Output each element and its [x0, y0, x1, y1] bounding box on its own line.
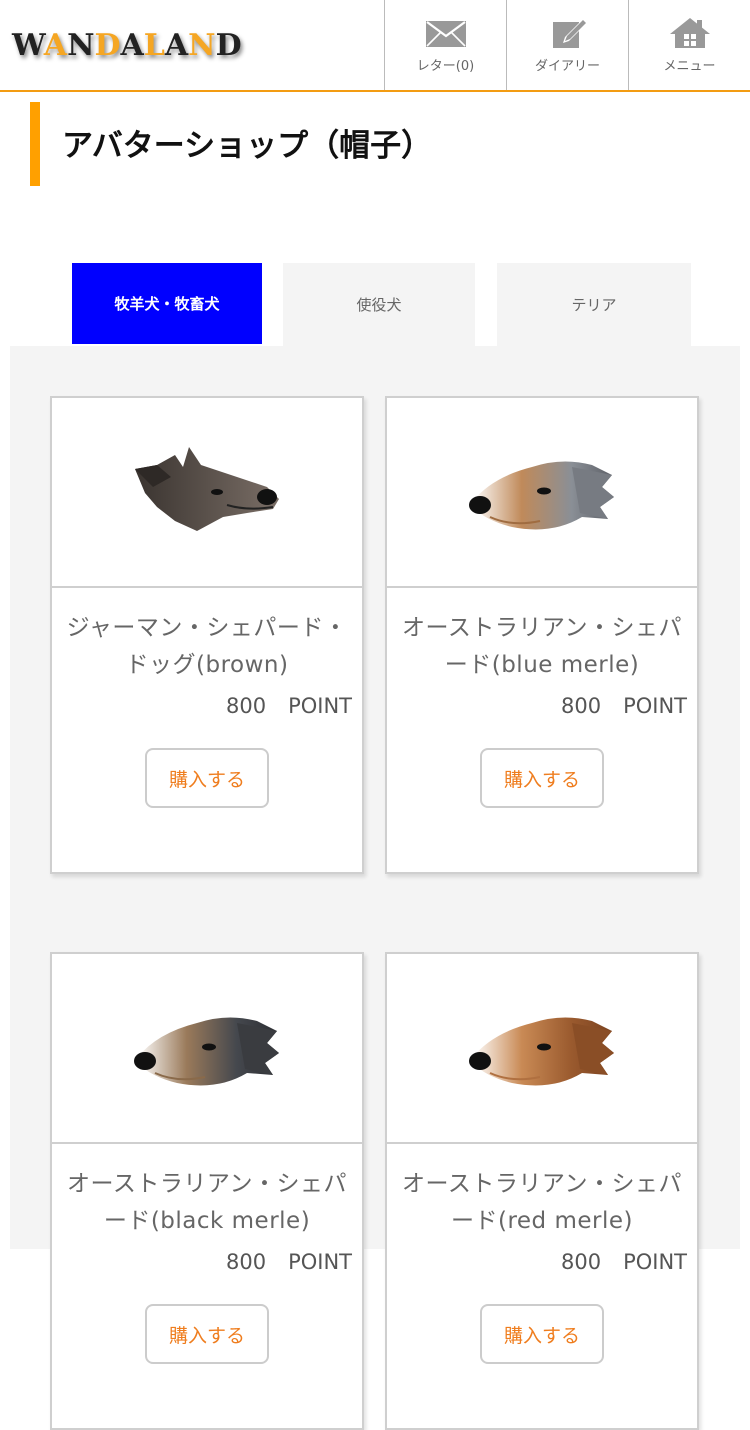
price-unit: POINT — [623, 694, 687, 718]
product-card: ジャーマン・シェパード・ドッグ(brown) 800 POINT 購入する — [50, 396, 364, 874]
logo-letter: D — [215, 28, 242, 63]
wandaland-logo[interactable]: WANDALAND — [12, 26, 242, 66]
product-price: 800 POINT — [52, 694, 362, 718]
nav-diary-button[interactable]: ダイアリー — [506, 0, 628, 90]
nav-diary-label: ダイアリー — [534, 58, 600, 74]
product-panel: ジャーマン・シェパード・ドッグ(brown) 800 POINT 購入する オー… — [10, 346, 740, 1430]
category-tabs: 牧羊犬・牧畜犬 使役犬 テリア — [72, 263, 691, 346]
price-unit: POINT — [623, 1250, 687, 1274]
price-value: 800 — [560, 694, 602, 718]
buy-button[interactable]: 購入する — [480, 748, 604, 808]
product-price: 800 POINT — [52, 1250, 362, 1274]
pencil-note-icon — [552, 18, 587, 48]
product-price: 800 POINT — [387, 1250, 697, 1274]
product-image — [387, 398, 697, 588]
logo-letter: D — [94, 28, 121, 63]
tab-working-dogs[interactable]: 使役犬 — [283, 263, 475, 346]
price-value: 800 — [225, 1250, 267, 1274]
header-nav: レター(0) ダイアリー メニュー — [384, 0, 750, 90]
product-name: オーストラリアン・シェパード(red merle) — [402, 1171, 682, 1234]
product-price: 800 POINT — [387, 694, 697, 718]
logo-letter: A — [120, 28, 144, 63]
logo-letter: W — [12, 28, 44, 63]
title-accent-bar — [30, 102, 40, 186]
logo-letter: A — [43, 28, 68, 63]
logo-letter: N — [188, 28, 216, 63]
product-card: オーストラリアン・シェパード(black merle) 800 POINT 購入す… — [50, 952, 364, 1430]
price-value: 800 — [225, 694, 267, 718]
product-image — [52, 954, 362, 1144]
product-card: オーストラリアン・シェパード(red merle) 800 POINT 購入する — [385, 952, 699, 1430]
price-value: 800 — [560, 1250, 602, 1274]
nav-letter-label: レター(0) — [416, 58, 475, 74]
logo-letter: N — [67, 28, 95, 63]
page-title: アバターショップ（帽子） — [62, 128, 433, 164]
australian-shepherd-blue-merle-head-image — [469, 461, 614, 530]
buy-button[interactable]: 購入する — [145, 1304, 269, 1364]
logo-letter: A — [164, 28, 189, 63]
product-image — [52, 398, 362, 588]
envelope-icon — [425, 20, 466, 47]
product-name: オーストラリアン・シェパード(blue merle) — [402, 615, 682, 678]
price-unit: POINT — [288, 694, 352, 718]
logo-letter: L — [143, 28, 165, 63]
price-unit: POINT — [288, 1250, 352, 1274]
tab-terriers[interactable]: テリア — [497, 263, 691, 346]
product-image — [387, 954, 697, 1144]
nav-letter-button[interactable]: レター(0) — [384, 0, 506, 90]
australian-shepherd-black-merle-head-image — [134, 1017, 279, 1086]
nav-menu-label: メニュー — [663, 58, 716, 74]
app-header: WANDALAND レター(0) ダイアリー メニュー — [0, 0, 750, 92]
product-name: ジャーマン・シェパード・ドッグ(brown) — [66, 615, 348, 678]
australian-shepherd-red-merle-head-image — [469, 1017, 614, 1086]
buy-button[interactable]: 購入する — [480, 1304, 604, 1364]
nav-menu-button[interactable]: メニュー — [628, 0, 750, 90]
product-card: オーストラリアン・シェパード(blue merle) 800 POINT 購入する — [385, 396, 699, 874]
german-shepherd-brown-head-image — [135, 447, 279, 531]
product-name: オーストラリアン・シェパード(black merle) — [67, 1171, 347, 1234]
buy-button[interactable]: 購入する — [145, 748, 269, 808]
tab-herding-dogs[interactable]: 牧羊犬・牧畜犬 — [72, 263, 262, 344]
home-icon — [669, 17, 710, 48]
